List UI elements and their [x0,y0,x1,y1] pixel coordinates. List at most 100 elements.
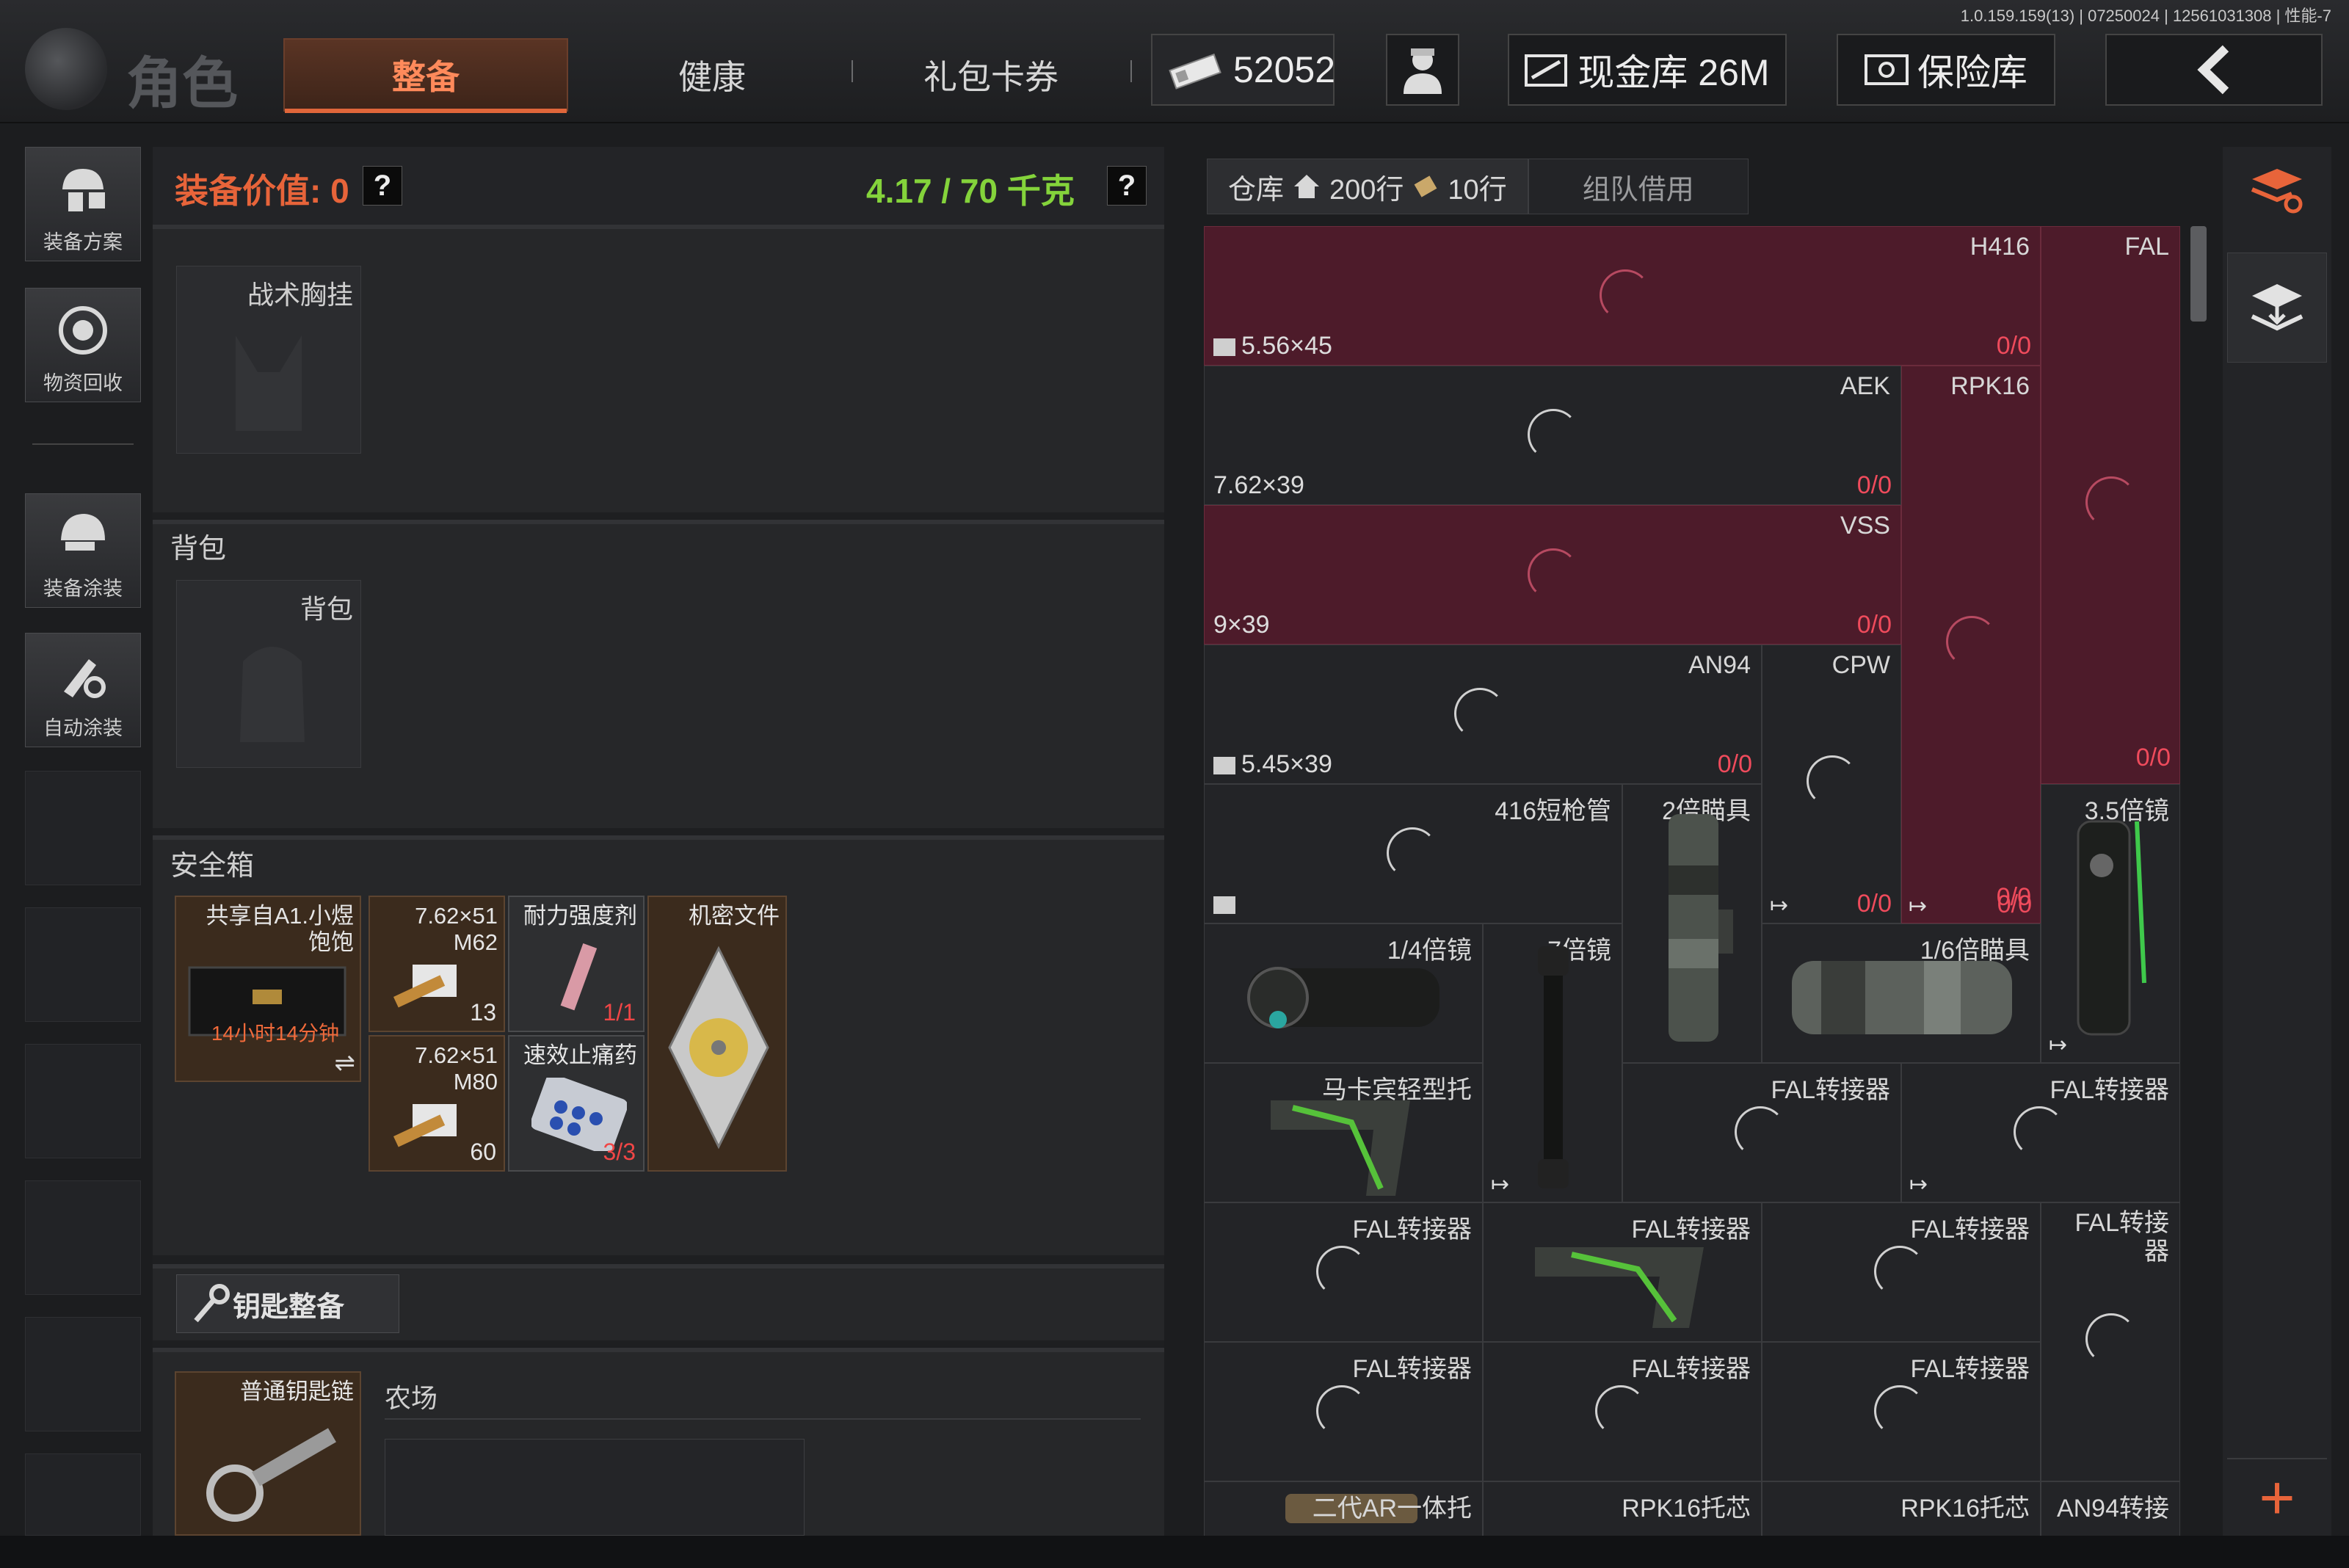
safebox-timer: 14小时14分钟 [211,1022,340,1045]
slot-label: 二代AR一体托 [1312,1495,1472,1522]
key-slot-grid[interactable] [385,1439,805,1536]
item-name: 7.62×51 M62 [415,903,498,955]
safe-vault-button[interactable]: 保险库 [1837,34,2055,106]
shared-safebox-item[interactable]: 共享自A1.小煜饱饱 14小时14分钟 ⇌ [175,896,361,1082]
swap-icon[interactable]: ⇌ [335,1048,356,1078]
globe-icon [25,28,107,110]
warehouse-scrollbar[interactable] [2190,226,2207,322]
equip-skin-button[interactable]: 装备涂装 [25,493,141,608]
page-title: 角色 [126,53,238,115]
camo-stock-icon [1535,1247,1704,1328]
long-scope-icon [1538,946,1569,1188]
value-help-button[interactable]: ? [363,166,402,206]
rpk-core-item[interactable]: RPK16托芯 [1483,1481,1762,1539]
fal-adapter-item[interactable]: FAL转接器 [1762,1202,2041,1342]
barrel-416-slot[interactable]: 416短枪管 [1204,784,1622,923]
an94-slot-group[interactable]: AN94 5.45×39 0/0 [1204,645,1762,784]
sort-button[interactable] [2227,135,2327,245]
profile-button[interactable] [1386,34,1459,106]
sidebar-item-label: 装备方案 [43,231,123,253]
h416-slot-group[interactable]: H416 5.56×45 0/0 [1204,226,2041,366]
loading-spinner-icon [1528,548,1579,600]
tab-divider [852,60,853,82]
slot-label: 416短枪管 [1495,797,1611,825]
cash-display[interactable]: 52052 [1151,34,1335,106]
item-name: 速效止痛药 [523,1042,637,1068]
ammo-item[interactable]: 7.62×51 M80 60 [368,1035,505,1172]
loading-spinner-icon [1600,269,1651,321]
ammo-box-icon [1213,757,1235,775]
add-button[interactable]: + [2227,1461,2327,1534]
vss-slot-group[interactable]: VSS 9×39 0/0 [1204,505,1901,645]
soldier-helmet-icon [62,169,105,211]
ticket-icon [1415,175,1437,197]
keychain-item[interactable]: 普通钥匙链 [175,1371,361,1536]
slot-label: RPK16托芯 [1900,1495,2030,1522]
tab-team-borrow[interactable]: 组队借用 [1528,159,1749,214]
fal-adapter-item[interactable]: FAL转接器 [1483,1342,1762,1481]
fal-adapter-item[interactable]: FAL转接器 [1204,1342,1483,1481]
item-name: 普通钥匙链 [240,1379,354,1404]
secret-document-item[interactable]: 机密文件 [647,896,787,1172]
tab-health[interactable]: 健康 [602,38,822,112]
cash-vault-button[interactable]: 现金库 26M [1508,34,1787,106]
loadout-plan-button[interactable]: 装备方案 [25,147,141,261]
sidebar-empty-slot [25,1180,141,1295]
tab-divider [1130,60,1132,82]
slot-label: H416 [1969,233,2030,261]
slot-label: AEK [1840,372,1890,400]
scope-1-6x-item[interactable]: 1/6倍瞄具 [1762,923,2041,1063]
rpk-core-item[interactable]: RPK16托芯 [1762,1481,2041,1539]
loading-spinner-icon [1946,616,1997,667]
tab-gift[interactable]: 礼包卡券 [881,38,1101,112]
stock-item[interactable]: 马卡宾轻型托 [1204,1063,1483,1202]
caliber-label: 5.56×45 [1213,332,1332,360]
fal-adapter-item[interactable]: FAL转接器 ↦ [1901,1063,2180,1202]
fal-adapter-item[interactable]: FAL转接器 [1483,1202,1762,1342]
ammo-box-icon [393,965,457,1008]
slot-label: FAL转接器 [1631,1355,1751,1383]
safe-vault-label: 保险库 [1917,52,2027,93]
fal-adapter-item[interactable]: FAL转接器 [2041,1202,2180,1481]
key-equip-button[interactable]: 钥匙整备 [176,1274,399,1333]
scope-icon [1247,967,1439,1028]
scope-2x-item[interactable]: 2倍瞄具 [1622,784,1762,1063]
backpack-slot[interactable]: 背包 [176,580,361,768]
loading-spinner-icon [1735,1106,1786,1158]
scope-1-4x-item[interactable]: 1/4倍镜 [1204,923,1483,1063]
fal-adapter-item[interactable]: FAL转接器 [1204,1202,1483,1342]
item-name: 共享自A1.小煜饱饱 [206,903,354,955]
chest-rig-slot[interactable]: 战术胸挂 [176,266,361,454]
scope-7x-item[interactable]: 7倍镜 ↦ [1483,923,1622,1202]
stamina-stim-item[interactable]: 耐力强度剂 1/1 [508,896,645,1032]
painkiller-item[interactable]: 速效止痛药 3/3 [508,1035,645,1172]
equipment-weight: 4.17 / 70 千克 [866,172,1075,210]
deposit-button[interactable] [2227,253,2327,363]
scope-3-5x-item[interactable]: 3.5倍镜 ↦ [2041,784,2180,1063]
an94-adapter-item[interactable]: AN94转接 [2041,1481,2180,1539]
loading-spinner-icon [1387,827,1438,879]
aek-slot-group[interactable]: AEK 7.62×39 0/0 [1204,366,1901,505]
warehouse-tab-label: 仓库 [1228,174,1285,206]
loading-spinner-icon [1807,755,1858,807]
helmet-icon [61,514,105,551]
auto-skin-button[interactable]: 自动涂装 [25,633,141,747]
back-button[interactable] [2105,34,2323,106]
exit-icon: ↦ [1909,1172,1928,1197]
ar-stock-item[interactable]: 二代AR一体托 [1204,1481,1483,1539]
tab-warehouse[interactable]: 仓库 200行 10行 [1207,159,1528,214]
ammo-item[interactable]: 7.62×51 M62 13 [368,896,505,1032]
cpw-slot-group[interactable]: CPW 0/0 ↦ [1762,645,1901,923]
tab-equip[interactable]: 整备 [283,38,568,113]
fal-adapter-item[interactable]: FAL转接器 [1762,1342,2041,1481]
fal-slot-group[interactable]: FAL 0/0 [2041,226,2180,784]
wallet-icon [1525,54,1568,87]
key-icon [194,1284,230,1323]
weight-help-button[interactable]: ? [1107,166,1147,206]
loading-spinner-icon [2014,1106,2065,1158]
recycle-button[interactable]: 物资回收 [25,288,141,402]
syringe-icon [560,943,598,1011]
item-count: 60 [470,1139,496,1165]
fal-adapter-item[interactable]: FAL转接器 [1622,1063,1901,1202]
backpack-icon [240,647,305,742]
